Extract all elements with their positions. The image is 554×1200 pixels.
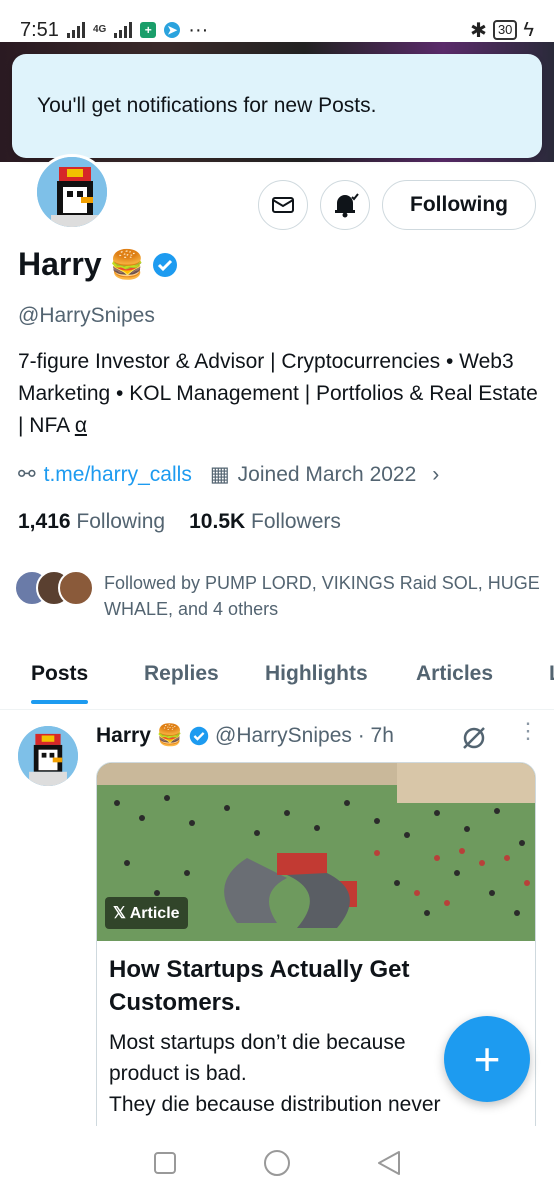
post-more-icon[interactable]: ⋮ <box>517 720 539 742</box>
verified-badge-icon <box>189 726 209 746</box>
following-count-link[interactable]: 1,416 Following <box>18 510 165 534</box>
burger-emoji-icon: 🍔 <box>109 249 145 280</box>
burger-emoji-icon: 🍔 <box>156 724 184 747</box>
verified-badge-icon[interactable] <box>152 252 178 278</box>
profile-tabs: Posts Replies Highlights Articles L <box>0 652 554 710</box>
profile-name-row: Harry 🍔 <box>18 246 178 283</box>
profile-avatar[interactable] <box>34 154 110 230</box>
bio-text: 7-figure Investor & Advisor | Cryptocurr… <box>18 350 538 437</box>
recents-button[interactable] <box>153 1151 177 1175</box>
post-handle-time: @HarrySnipes · 7h <box>215 724 394 747</box>
more-notifications-icon: ··· <box>188 18 209 41</box>
message-button[interactable] <box>258 180 308 230</box>
notification-toast: You'll get notifications for new Posts. <box>12 54 542 158</box>
followers-label: Followers <box>251 510 341 533</box>
mail-icon <box>272 197 294 213</box>
toast-message: You'll get notifications for new Posts. <box>37 94 377 117</box>
following-count: 1,416 <box>18 510 71 533</box>
telegram-icon: ➤ <box>164 22 181 38</box>
post-header: Harry 🍔 @HarrySnipes · 7h <box>96 724 394 748</box>
followed-by[interactable]: Followed by PUMP LORD, VIKINGS Raid SOL,… <box>14 570 544 622</box>
article-badge-label: Article <box>129 905 180 922</box>
notifications-button[interactable] <box>320 180 370 230</box>
post-author-name[interactable]: Harry <box>96 724 151 748</box>
tab-articles[interactable]: Articles <box>416 652 493 696</box>
profile-bio: 7-figure Investor & Advisor | Cryptocurr… <box>18 346 538 442</box>
signal-icon-2 <box>114 22 133 38</box>
app-notification-icon: + <box>140 22 157 38</box>
home-button[interactable] <box>263 1149 291 1177</box>
link-icon: ⚯ <box>18 463 36 486</box>
x-logo-icon: 𝕏 <box>113 905 126 922</box>
charging-icon: ϟ <box>523 18 534 41</box>
followers-count: 10.5K <box>189 510 246 533</box>
profile-link[interactable]: t.me/harry_calls <box>44 463 192 487</box>
status-time: 7:51 <box>20 18 59 41</box>
avatar <box>58 570 94 606</box>
profile-name: Harry <box>18 246 102 282</box>
network-type: 4G <box>92 24 107 35</box>
bell-check-icon <box>335 193 359 218</box>
calendar-icon: ▦ <box>209 463 230 486</box>
back-button[interactable] <box>377 1150 401 1176</box>
system-nav-bar <box>0 1126 554 1200</box>
profile-handle: @HarrySnipes <box>18 304 155 327</box>
post-avatar[interactable] <box>18 726 78 786</box>
profile-counts: 1,416 Following 10.5K Followers <box>18 510 341 534</box>
followers-count-link[interactable]: 10.5K Followers <box>189 510 341 534</box>
article-title: How Startups Actually Get Customers. <box>109 956 410 1016</box>
followed-by-text: Followed by PUMP LORD, VIKINGS Raid SOL,… <box>104 573 540 619</box>
joined-date: Joined March 2022 <box>237 462 417 486</box>
plus-icon: + <box>473 1033 501 1085</box>
article-badge: 𝕏 Article <box>105 897 188 929</box>
tab-posts[interactable]: Posts <box>31 652 89 704</box>
battery-level: 30 <box>492 20 518 40</box>
tab-highlights[interactable]: Highlights <box>265 652 368 696</box>
followers-avatars <box>14 570 94 606</box>
tab-replies[interactable]: Replies <box>144 652 219 696</box>
chevron-right-icon[interactable]: › <box>432 463 439 487</box>
following-button[interactable]: Following <box>382 180 536 230</box>
article-image: 𝕏 Article <box>97 763 535 941</box>
bluetooth-icon: ✱ <box>470 19 487 42</box>
bio-alpha-link[interactable]: α <box>75 414 87 437</box>
profile-meta: ⚯ t.me/harry_calls ▦ Joined March 2022 › <box>18 462 439 487</box>
grok-icon[interactable] <box>460 724 488 757</box>
following-label: Following <box>76 510 166 533</box>
tab-likes[interactable]: L <box>549 652 554 696</box>
signal-icon <box>66 22 85 38</box>
compose-post-button[interactable]: + <box>444 1016 530 1102</box>
